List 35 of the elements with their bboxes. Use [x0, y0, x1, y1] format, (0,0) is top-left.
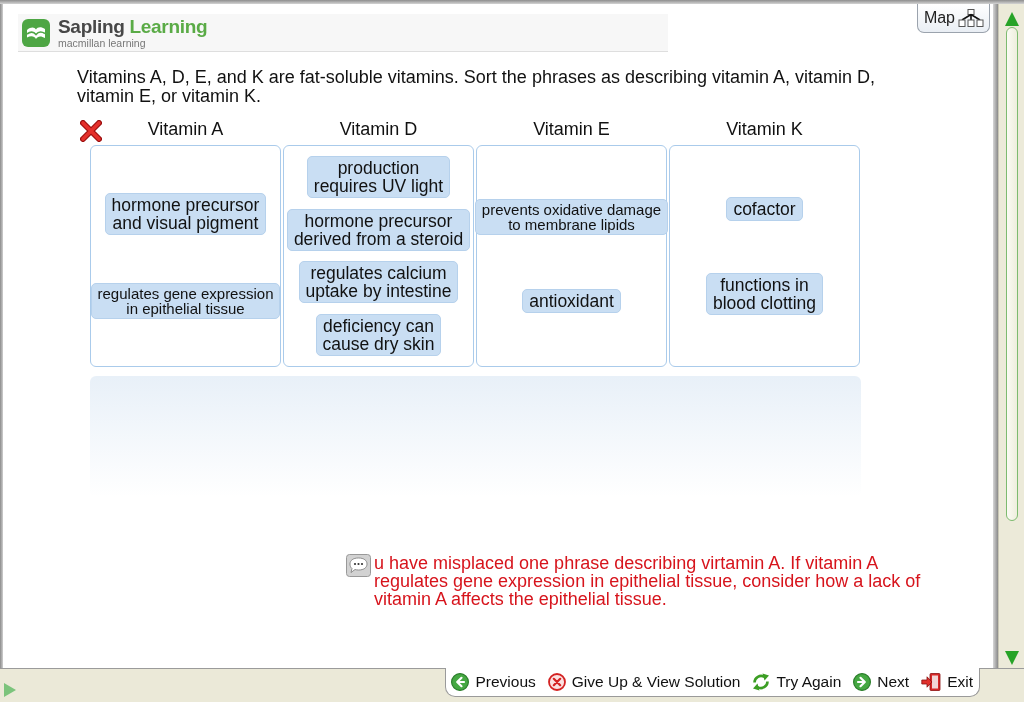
speech-bubble-icon [346, 554, 371, 577]
phrase-tile[interactable]: prevents oxidative damage to membrane lipids [474, 199, 669, 236]
try-again-button[interactable]: Try Again [752, 673, 842, 691]
exit-button[interactable]: Exit [921, 673, 973, 691]
scrollbar[interactable] [998, 4, 1024, 668]
column-heading: Vitamin D [338, 119, 419, 139]
feedback-text: u have misplaced one phrase describing virtamin A. If vitamin A regulates gene expression in epithelial tissue, consider how a lack of vitamin A affects the epithelial tissue. [374, 554, 922, 608]
phrase-tile[interactable]: cofactor [726, 197, 803, 222]
phrase-tile[interactable]: hormone precursor derived from a steroid [286, 208, 471, 251]
question-prompt: Vitamins A, D, E, and K are fat-soluble vitamins. Sort the phrases as describing vitamin A, vitamin D, vitamin E, or vitamin K. [77, 68, 877, 106]
cross-circle-icon [547, 673, 566, 691]
brand-name: Sapling Learning [58, 16, 208, 36]
refresh-icon [752, 673, 771, 691]
hierarchy-icon [958, 9, 984, 27]
column-heading: Vitamin K [725, 119, 804, 139]
play-icon[interactable] [4, 683, 16, 697]
scroll-down-arrow-icon[interactable] [1004, 651, 1019, 665]
phrase-tile[interactable]: regulates calcium uptake by intestine [298, 261, 459, 304]
column-heading: Vitamin A [146, 119, 225, 139]
phrase-tile[interactable]: production requires UV light [306, 156, 451, 199]
phrase-tile[interactable]: functions in blood clotting [705, 272, 824, 315]
next-button[interactable]: Next [853, 673, 910, 691]
scroll-up-arrow-icon[interactable] [1004, 12, 1019, 26]
phrase-tile[interactable]: regulates gene expression in epithelial tissue [90, 282, 281, 319]
scrollbar-thumb[interactable] [1005, 27, 1018, 521]
give-up-button[interactable]: Give Up & View Solution [547, 673, 741, 691]
logo-icon [22, 18, 50, 47]
column-heading: Vitamin E [532, 119, 611, 139]
phrase-tile[interactable]: deficiency can cause dry skin [315, 313, 442, 356]
phrase-tile[interactable]: hormone precursor and visual pigment [104, 193, 267, 236]
map-button[interactable]: Map [916, 4, 990, 33]
phrase-tile[interactable]: antioxidant [522, 288, 621, 313]
exit-door-icon [921, 673, 942, 691]
brand-tagline: macmillan learning [58, 37, 146, 49]
previous-button[interactable]: Previous [451, 673, 536, 691]
